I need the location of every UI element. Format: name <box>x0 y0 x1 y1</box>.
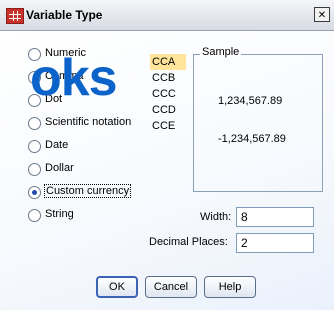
sample-negative: -1,234,567.89 <box>218 133 286 145</box>
currency-item[interactable]: CCD <box>150 102 186 118</box>
radio-label: Scientific notation <box>45 116 132 128</box>
radio-label: Dot <box>45 93 63 105</box>
sample-legend: Sample <box>200 46 242 58</box>
radio-label: Date <box>45 139 69 151</box>
radio-label: Custom currency <box>43 184 132 198</box>
spss-grid-icon <box>6 8 24 24</box>
width-label: Width: <box>200 211 232 223</box>
radio-button-checked[interactable] <box>28 186 41 199</box>
decimal-places-input[interactable] <box>236 233 314 253</box>
ok-button[interactable]: OK <box>96 276 138 298</box>
decimal-places-label: Decimal Places: <box>149 236 228 248</box>
currency-item[interactable]: CCB <box>150 70 186 86</box>
cancel-button[interactable]: Cancel <box>145 276 197 298</box>
title-bar[interactable]: Variable Type ✕ <box>0 0 334 31</box>
currency-item[interactable]: CCE <box>150 118 186 134</box>
window-title: Variable Type <box>26 8 103 22</box>
radio-label: Comma <box>45 70 84 82</box>
currency-list[interactable]: CCA CCB CCC CCD CCE <box>150 54 186 134</box>
radio-label: Numeric <box>45 47 86 59</box>
radio-button[interactable] <box>28 94 41 107</box>
radio-button[interactable] <box>28 209 41 222</box>
sample-group <box>193 54 323 192</box>
currency-item-selected[interactable]: CCA <box>150 54 186 70</box>
radio-button[interactable] <box>28 71 41 84</box>
radio-button[interactable] <box>28 117 41 130</box>
radio-button[interactable] <box>28 163 41 176</box>
currency-item[interactable]: CCC <box>150 86 186 102</box>
radio-button[interactable] <box>28 140 41 153</box>
radio-label: Dollar <box>45 162 74 174</box>
help-button[interactable]: Help <box>204 276 256 298</box>
radio-button[interactable] <box>28 48 41 61</box>
close-button[interactable]: ✕ <box>314 7 330 22</box>
radio-label: String <box>45 208 74 220</box>
sample-positive: 1,234,567.89 <box>218 95 283 107</box>
width-input[interactable] <box>236 207 314 227</box>
variable-type-dialog: Variable Type ✕ oks Numeric Comma Dot Sc… <box>0 0 334 310</box>
